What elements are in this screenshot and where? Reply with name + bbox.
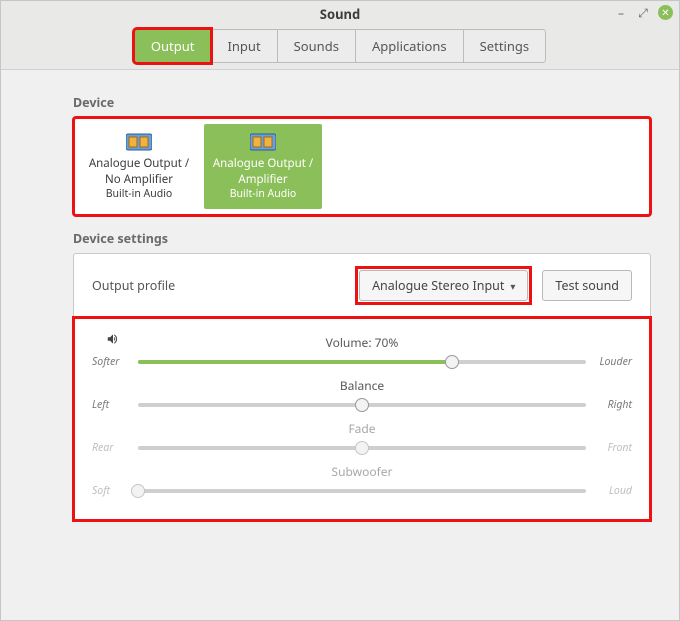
volume-right: Louder	[594, 355, 632, 369]
balance-label: Balance	[340, 377, 384, 394]
tabbar: Output Input Sounds Applications Setting…	[134, 25, 546, 69]
sliders-group: Volume: 70% Softer Louder Balance	[74, 318, 650, 520]
device-chooser: Analogue Output / No Amplifier Built-in …	[74, 118, 650, 215]
balance-right: Right	[594, 398, 632, 412]
volume-icon	[106, 332, 120, 350]
balance-slider[interactable]: Balance Left Right	[92, 377, 632, 412]
volume-label: Volume: 70%	[326, 334, 399, 351]
subwoofer-slider: Subwoofer Soft Loud	[92, 463, 632, 498]
section-device-settings: Device settings	[73, 230, 651, 247]
volume-track[interactable]	[138, 355, 586, 369]
device-title: Analogue Output / Amplifier	[208, 156, 318, 187]
titlebar: Sound Output Input Sounds Applications S…	[1, 1, 679, 70]
balance-left: Left	[92, 398, 130, 412]
output-profile-dropdown[interactable]: Analogue Stereo Input ▾	[359, 270, 528, 301]
test-sound-button[interactable]: Test sound	[542, 270, 632, 301]
tab-settings[interactable]: Settings	[463, 29, 546, 63]
subwoofer-track	[138, 484, 586, 498]
sound-card-icon	[84, 132, 194, 152]
output-profile-label: Output profile	[92, 277, 345, 294]
sound-card-icon	[208, 132, 318, 152]
section-device: Device	[73, 94, 651, 111]
chevron-down-icon: ▾	[510, 279, 515, 293]
tab-sounds[interactable]: Sounds	[277, 29, 356, 63]
fade-right: Front	[594, 441, 632, 455]
maximize-button[interactable]: ⤢	[636, 6, 650, 20]
tab-output[interactable]: Output	[134, 29, 212, 63]
window-title: Sound	[320, 1, 360, 25]
subwoofer-left: Soft	[92, 484, 130, 498]
fade-label: Fade	[348, 420, 375, 437]
fade-track	[138, 441, 586, 455]
tab-input[interactable]: Input	[210, 29, 277, 63]
device-title: Analogue Output / No Amplifier	[84, 156, 194, 187]
device-settings-panel: Output profile Analogue Stereo Input ▾ T…	[73, 253, 651, 521]
minimize-button[interactable]: –	[614, 6, 628, 20]
fade-slider: Fade Rear Front	[92, 420, 632, 455]
sound-window: Sound Output Input Sounds Applications S…	[0, 0, 680, 621]
subwoofer-label: Subwoofer	[332, 463, 393, 480]
device-panel: Analogue Output / No Amplifier Built-in …	[73, 117, 651, 216]
output-profile-value: Analogue Stereo Input	[372, 277, 504, 294]
device-subtitle: Built-in Audio	[208, 187, 318, 201]
close-button[interactable]: ✕	[658, 5, 673, 20]
device-subtitle: Built-in Audio	[84, 187, 194, 201]
device-analogue-output-amplifier[interactable]: Analogue Output / Amplifier Built-in Aud…	[204, 124, 322, 209]
window-controls: – ⤢ ✕	[614, 5, 673, 20]
volume-left: Softer	[92, 355, 130, 369]
subwoofer-right: Loud	[594, 484, 632, 498]
device-analogue-output-no-amplifier[interactable]: Analogue Output / No Amplifier Built-in …	[80, 124, 198, 209]
balance-track[interactable]	[138, 398, 586, 412]
fade-left: Rear	[92, 441, 130, 455]
volume-slider[interactable]: Volume: 70% Softer Louder	[92, 334, 632, 369]
tab-applications[interactable]: Applications	[355, 29, 464, 63]
